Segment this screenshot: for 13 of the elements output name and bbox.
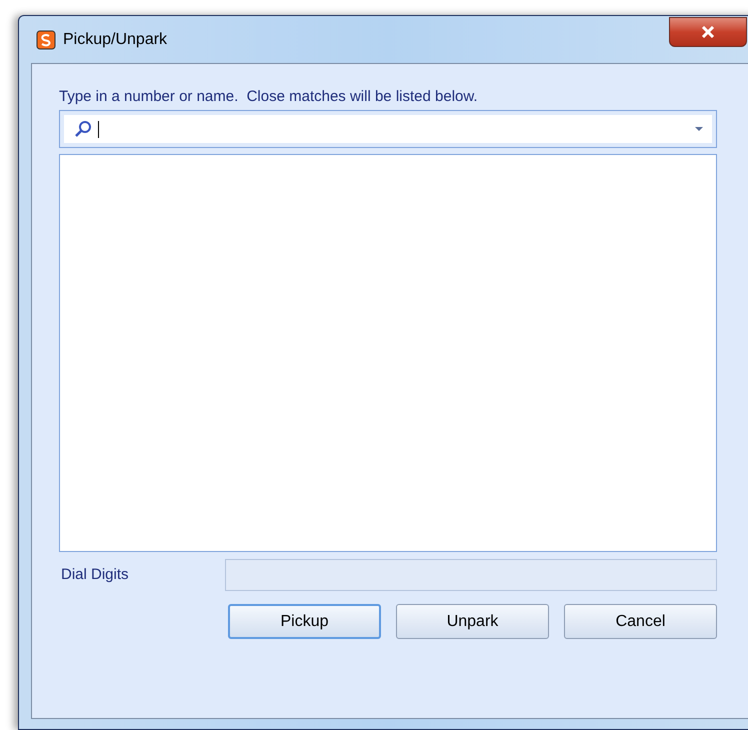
search-field[interactable] <box>59 110 717 148</box>
app-logo-icon <box>35 28 57 50</box>
close-icon <box>701 26 715 38</box>
close-button[interactable] <box>669 17 747 47</box>
dialog-button[interactable]: Unpark <box>396 604 549 639</box>
text-cursor-icon <box>98 120 99 138</box>
dialog-button[interactable]: Pickup <box>228 604 381 639</box>
dropdown-caret-icon[interactable] <box>694 126 704 132</box>
instruction-text: Type in a number or name. Close matches will be listed below. <box>59 88 479 106</box>
window-title: Pickup/Unpark <box>63 30 168 50</box>
dial-digits-label: Dial Digits <box>60 564 130 585</box>
dialog-button[interactable]: Cancel <box>564 604 717 639</box>
search-icon <box>74 120 92 138</box>
